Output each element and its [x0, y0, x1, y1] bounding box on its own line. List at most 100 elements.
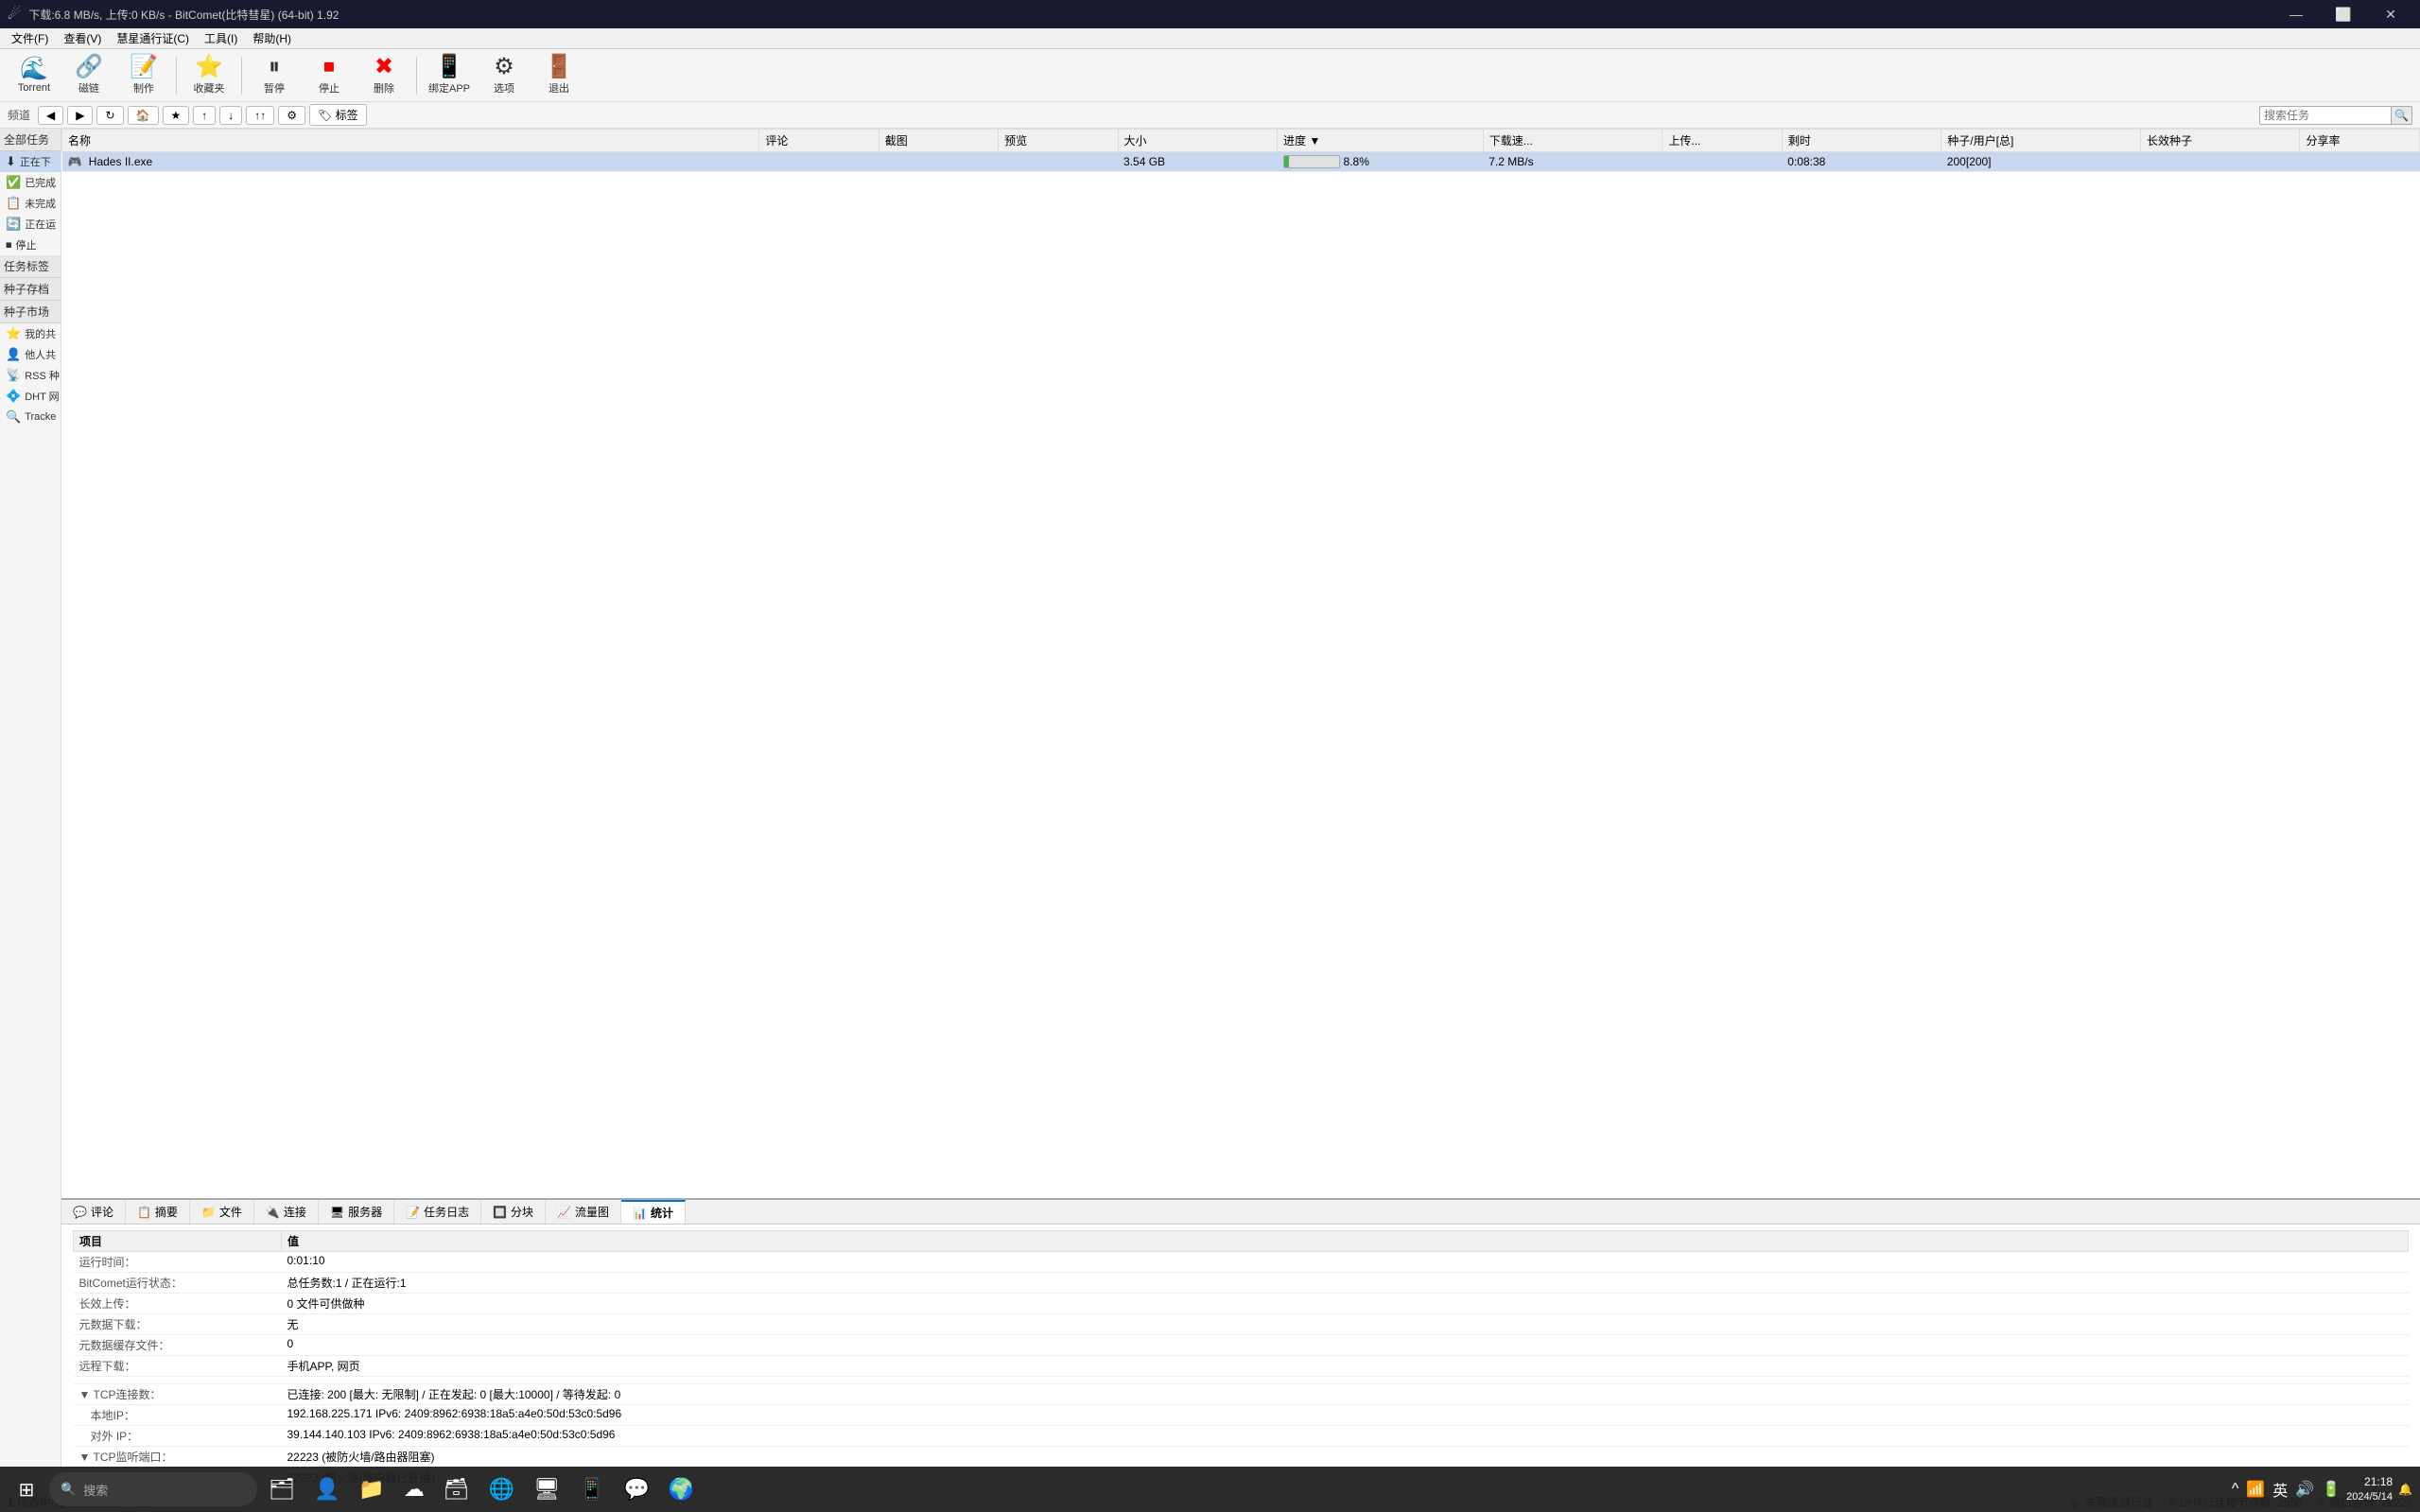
tab-server[interactable]: 🖥 服务器	[319, 1200, 394, 1224]
taskbar-app-explorer[interactable]: 🗂	[261, 1470, 303, 1508]
sidebar-item-rss[interactable]: 📡 RSS 种	[0, 365, 61, 386]
torrent-button[interactable]: 🌊 Torrent	[8, 53, 61, 98]
runtime-value: 0:01:10	[282, 1252, 2409, 1273]
taskbar-app-remote[interactable]: 🖥	[526, 1470, 567, 1508]
tab-tasklog[interactable]: 📝 任务日志	[394, 1200, 481, 1224]
tab-files[interactable]: 📁 文件	[190, 1200, 254, 1224]
quit-button[interactable]: 🚪 退出	[532, 53, 585, 98]
col-comment[interactable]: 评论	[759, 130, 879, 152]
tab-traffic[interactable]: 📈 流量图	[546, 1200, 621, 1224]
tab-stats[interactable]: 📊 统计	[621, 1200, 686, 1224]
taskbar-clock[interactable]: 21:18 2024/5/14	[2346, 1474, 2393, 1504]
start-button[interactable]: ⊞	[8, 1470, 45, 1508]
tray-chevron[interactable]: ^	[2232, 1481, 2239, 1498]
nav-home[interactable]: 🏠	[128, 106, 159, 125]
col-name[interactable]: 名称	[62, 130, 759, 152]
minimize-button[interactable]: —	[2274, 0, 2318, 28]
task-share-ratio-cell	[2300, 152, 2420, 172]
sidebar-label-dht: DHT 网	[25, 389, 59, 404]
tray-lang[interactable]: 英	[2272, 1478, 2288, 1501]
notification-icon[interactable]: 🔔	[2398, 1483, 2412, 1496]
nav-star[interactable]: ★	[163, 106, 190, 125]
task-size-cell: 3.54 GB	[1118, 152, 1278, 172]
sidebar-item-dht[interactable]: 💠 DHT 网	[0, 386, 61, 407]
table-row[interactable]: 🎮 Hades II.exe 3.54 GB 8	[62, 152, 2420, 172]
create-button[interactable]: 📝 制作	[117, 53, 170, 98]
col-screenshot[interactable]: 截图	[879, 130, 998, 152]
table-header-row: 名称 评论 截图 预览 大小 进度 ▼ 下载速... 上传... 剩时 种子/用…	[62, 130, 2420, 152]
taskbar-app-cloud[interactable]: ☁	[396, 1470, 432, 1508]
sidebar-group-market[interactable]: 种子市场	[0, 301, 61, 323]
menu-tools[interactable]: 工具(I)	[197, 28, 245, 49]
window-controls: — ⬜ ✕	[2274, 0, 2412, 28]
sidebar-label-incomplete: 未完成	[25, 196, 56, 211]
tray-network: 📶	[2246, 1480, 2265, 1499]
search-input[interactable]	[2259, 106, 2392, 125]
sidebar-item-tracker[interactable]: 🔍 Tracke	[0, 407, 61, 427]
menu-cert[interactable]: 慧星通行证(C)	[109, 28, 197, 49]
meta-cache-value: 0	[282, 1335, 2409, 1356]
sidebar-item-completed[interactable]: ✅ 已完成	[0, 172, 61, 193]
task-area: 名称 评论 截图 预览 大小 进度 ▼ 下载速... 上传... 剩时 种子/用…	[61, 129, 2420, 1491]
stats-row-empty	[74, 1377, 2409, 1384]
col-long-seeds[interactable]: 长效种子	[2140, 130, 2300, 152]
taskbar-app-folder[interactable]: 📁	[351, 1470, 392, 1508]
remote-dl-value: 手机APP, 网页	[282, 1356, 2409, 1377]
sidebar-group-tags[interactable]: 任务标签	[0, 255, 61, 278]
taskbar-app-user[interactable]: 👤	[306, 1470, 347, 1508]
taskbar-app-chat[interactable]: 💬	[616, 1470, 656, 1508]
stats-row-remote-dl: 远程下载： 手机APP, 网页	[74, 1356, 2409, 1377]
tasklog-tab-label: 任务日志	[424, 1204, 469, 1220]
maximize-button[interactable]: ⬜	[2322, 0, 2365, 28]
tab-comment[interactable]: 💬 评论	[61, 1200, 126, 1224]
tab-summary[interactable]: 📋 摘要	[126, 1200, 190, 1224]
col-upload-speed[interactable]: 上传...	[1663, 130, 1782, 152]
sidebar-item-stopped[interactable]: ⏹ 停止	[0, 235, 61, 255]
tag-button[interactable]: 🏷 标签	[309, 104, 367, 126]
nav-settings[interactable]: ⚙	[278, 106, 305, 125]
tcp-port-label: ▼ TCP监听端口：	[74, 1447, 282, 1468]
nav-forward[interactable]: ▶	[67, 106, 93, 125]
sidebar-item-my-share[interactable]: ⭐ 我的共	[0, 323, 61, 344]
taskbar-app-files[interactable]: 🗃	[436, 1470, 478, 1508]
menu-help[interactable]: 帮助(H)	[245, 28, 299, 49]
sidebar-group-all-tasks[interactable]: 全部任务	[0, 129, 61, 151]
col-remaining[interactable]: 剩时	[1782, 130, 1941, 152]
menu-file[interactable]: 文件(F)	[4, 28, 56, 49]
tray-volume[interactable]: 🔊	[2295, 1480, 2314, 1499]
nav-download[interactable]: ↓	[219, 106, 242, 125]
close-button[interactable]: ✕	[2369, 0, 2412, 28]
delete-button[interactable]: ✖ 删除	[357, 53, 410, 98]
tab-chunks[interactable]: 🔲 分块	[481, 1200, 546, 1224]
bind-app-button[interactable]: 📱 绑定APP	[423, 53, 476, 98]
taskbar-app-edge[interactable]: 🌐	[481, 1470, 522, 1508]
taskbar-search[interactable]: 🔍 搜索	[49, 1472, 257, 1506]
col-share-ratio[interactable]: 分享率	[2300, 130, 2420, 152]
nav-back[interactable]: ◀	[38, 106, 63, 125]
pause-button[interactable]: ⏸ 暂停	[248, 53, 301, 98]
nav-buttons: ◀ ▶ ↻ 🏠 ★ ↑ ↓ ↑↑ ⚙ 🏷 标签	[38, 104, 367, 126]
sidebar-item-incomplete[interactable]: 📋 未完成	[0, 193, 61, 214]
col-progress[interactable]: 进度 ▼	[1278, 130, 1484, 152]
magnet-button[interactable]: 🔗 磁链	[62, 53, 115, 98]
col-preview[interactable]: 预览	[999, 130, 1118, 152]
col-seeds[interactable]: 种子/用户[总]	[1941, 130, 2141, 152]
taskbar-app-phone[interactable]: 📱	[571, 1470, 612, 1508]
runtime-label: 运行时间：	[74, 1252, 282, 1273]
nav-upload[interactable]: ↑↑	[246, 106, 274, 125]
stop-button[interactable]: ⏹ 停止	[303, 53, 356, 98]
sidebar-item-running[interactable]: 🔄 正在运	[0, 214, 61, 235]
taskbar-app-globe[interactable]: 🌍	[661, 1470, 702, 1508]
tab-connect[interactable]: 🔌 连接	[254, 1200, 319, 1224]
nav-share[interactable]: ↑	[193, 106, 216, 125]
nav-refresh[interactable]: ↻	[96, 106, 123, 125]
collect-button[interactable]: ⭐ 收藏夹	[183, 53, 235, 98]
options-button[interactable]: ⚙ 选项	[478, 53, 531, 98]
col-download-speed[interactable]: 下载速...	[1483, 130, 1663, 152]
sidebar-group-seeds[interactable]: 种子存档	[0, 278, 61, 301]
sidebar-item-downloading[interactable]: ⬇ 正在下	[0, 151, 61, 172]
sidebar-item-other-share[interactable]: 👤 他人共	[0, 344, 61, 365]
search-button[interactable]: 🔍	[2392, 106, 2412, 125]
col-size[interactable]: 大小	[1118, 130, 1278, 152]
menu-view[interactable]: 查看(V)	[56, 28, 109, 49]
